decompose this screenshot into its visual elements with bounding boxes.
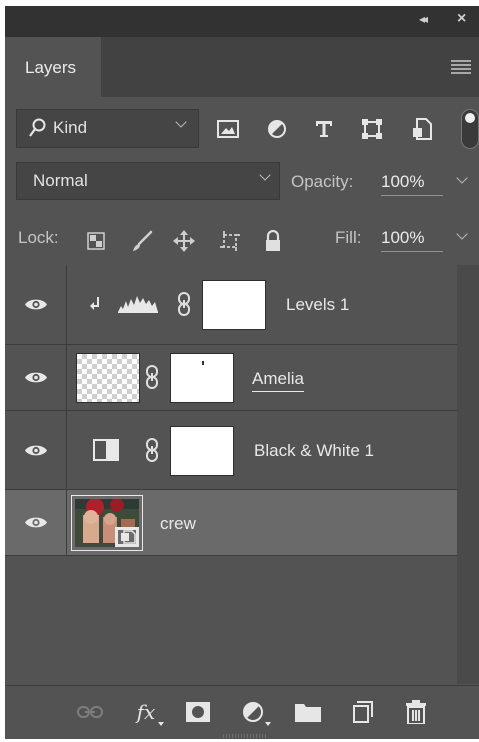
layers-bottom-toolbar: fx: [5, 685, 479, 739]
chevron-down-icon: [259, 169, 271, 181]
layer-row-amelia[interactable]: Amelia: [5, 345, 457, 411]
eye-icon[interactable]: [24, 370, 48, 385]
opacity-chevron-down-icon[interactable]: [456, 172, 468, 184]
chain-link-icon[interactable]: [145, 365, 159, 389]
smart-object-filter-icon[interactable]: [409, 116, 435, 142]
lock-position-icon[interactable]: [171, 228, 197, 254]
lock-image-pixels-icon[interactable]: [129, 228, 155, 254]
layer-row-crew[interactable]: crew: [5, 490, 457, 556]
new-group-folder-icon[interactable]: [293, 697, 323, 727]
filter-toggle-switch[interactable]: [461, 109, 479, 149]
layer-row-black-white-1[interactable]: Black & White 1: [5, 411, 457, 490]
fx-text: fx: [136, 700, 156, 724]
delete-trash-icon[interactable]: [401, 697, 431, 727]
fill-chevron-down-icon[interactable]: [456, 228, 468, 240]
chain-link-icon[interactable]: [177, 292, 191, 316]
chevron-down-icon: [175, 116, 187, 128]
layer-mask-thumbnail[interactable]: [170, 426, 234, 476]
add-mask-icon[interactable]: [183, 697, 213, 727]
fill-label: Fill:: [335, 228, 362, 247]
panel-titlebar: ◂◂ ×: [5, 6, 479, 37]
lock-transparent-pixels-icon[interactable]: [83, 228, 109, 254]
search-icon: [29, 118, 47, 143]
lock-artboard-icon[interactable]: [217, 228, 243, 254]
lock-label: Lock:: [18, 228, 59, 247]
new-layer-icon[interactable]: [348, 697, 378, 727]
tab-layers[interactable]: Layers: [5, 37, 101, 97]
layer-name[interactable]: crew: [160, 514, 196, 534]
opacity-label: Opacity:: [291, 172, 354, 191]
link-layers-icon[interactable]: [75, 697, 105, 727]
filter-kind-dropdown[interactable]: Kind: [16, 109, 199, 148]
visibility-toggle[interactable]: [5, 265, 67, 344]
levels-histogram-icon: [118, 296, 158, 313]
layer-name[interactable]: Levels 1: [286, 295, 349, 315]
panel-resize-grip[interactable]: [223, 734, 267, 738]
eye-icon[interactable]: [24, 515, 48, 530]
visibility-toggle[interactable]: [5, 490, 67, 555]
fill-field[interactable]: 100%: [381, 228, 443, 252]
visibility-toggle[interactable]: [5, 345, 67, 410]
close-icon[interactable]: ×: [457, 10, 466, 28]
blend-mode-value: Normal: [33, 171, 88, 190]
new-adjustment-layer-icon[interactable]: [238, 697, 271, 727]
layer-row-levels-1[interactable]: Levels 1: [5, 265, 457, 345]
eye-icon[interactable]: [24, 297, 48, 312]
pixel-layer-filter-icon[interactable]: [215, 116, 241, 142]
opacity-field[interactable]: 100%: [381, 172, 443, 196]
lock-all-icon[interactable]: [260, 228, 286, 254]
layer-mask-thumbnail[interactable]: [170, 353, 234, 403]
blend-mode-dropdown[interactable]: Normal: [16, 162, 280, 200]
adjustment-layer-filter-icon[interactable]: [264, 116, 290, 142]
layers-panel: ◂◂ × Layers Kind Normal Opacity: 100% Lo…: [5, 6, 479, 739]
layers-list: Levels 1 Amelia Black & White 1 crew: [5, 265, 479, 684]
double-chevron-left-icon[interactable]: ◂◂: [419, 12, 428, 26]
tab-layers-label: Layers: [25, 58, 77, 77]
type-layer-filter-icon[interactable]: [311, 116, 337, 142]
opacity-value: 100%: [381, 172, 425, 191]
hamburger-menu-icon[interactable]: [451, 60, 471, 74]
black-white-adjustment-icon: [93, 439, 119, 461]
chain-link-icon[interactable]: [145, 438, 159, 462]
smart-object-photo-thumbnail[interactable]: [75, 499, 139, 547]
layers-scrollbar[interactable]: [457, 265, 479, 684]
shape-layer-filter-icon[interactable]: [359, 116, 385, 142]
layer-pixel-thumbnail[interactable]: [76, 353, 140, 403]
filter-kind-label: Kind: [53, 118, 88, 137]
tab-strip: Layers: [5, 37, 479, 97]
clipping-mask-arrow-icon: [90, 297, 99, 310]
layer-name[interactable]: Black & White 1: [254, 441, 374, 461]
layer-style-fx-icon[interactable]: fx: [131, 697, 164, 727]
eye-icon[interactable]: [24, 443, 48, 458]
layer-name[interactable]: Amelia: [252, 369, 304, 392]
layer-mask-thumbnail[interactable]: [202, 280, 266, 330]
visibility-toggle[interactable]: [5, 411, 67, 489]
fill-value: 100%: [381, 228, 425, 247]
